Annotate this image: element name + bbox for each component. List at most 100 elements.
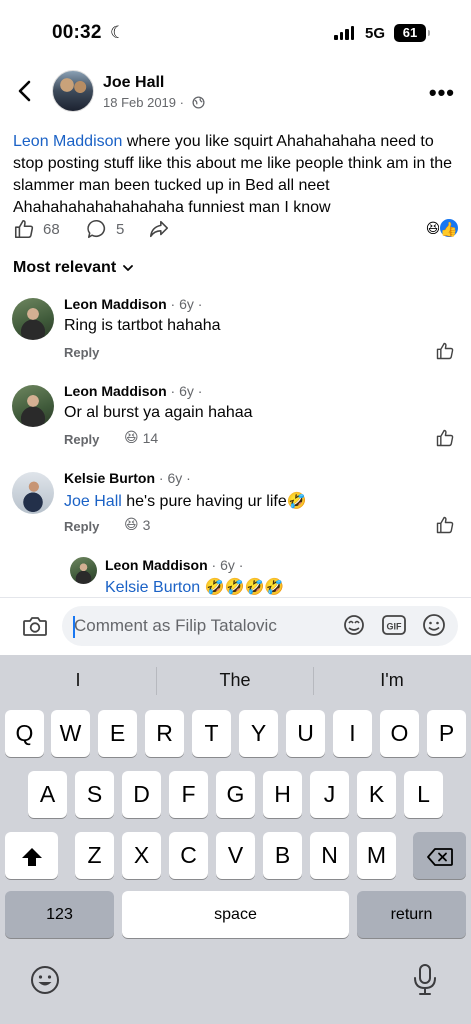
emoji-icon[interactable] (421, 613, 447, 637)
key-t[interactable]: T (192, 710, 231, 757)
gif-icon[interactable]: GIF (381, 613, 407, 637)
globe-icon (192, 96, 205, 109)
reply-button[interactable]: Reply (64, 519, 99, 534)
shift-icon (21, 847, 42, 866)
key-f[interactable]: F (169, 771, 208, 818)
key-p[interactable]: P (427, 710, 466, 757)
key-u[interactable]: U (286, 710, 325, 757)
key-b[interactable]: B (263, 832, 302, 879)
like-count: 68 (43, 220, 60, 238)
reaction-count: 14 (142, 429, 159, 446)
thumbs-up-icon[interactable] (435, 428, 455, 448)
comment-reactions[interactable]: 😆 3 (124, 516, 150, 533)
key-j[interactable]: J (310, 771, 349, 818)
comment-mention-link[interactable]: Kelsie Burton (105, 579, 200, 596)
avatar-sticker-icon[interactable] (341, 613, 367, 637)
key-e[interactable]: E (98, 710, 137, 757)
suggestion-1[interactable]: I (0, 670, 156, 691)
more-dots-icon[interactable]: ••• (429, 80, 455, 106)
reaction-summary[interactable]: 😆 👍 (423, 218, 459, 238)
poster-name[interactable]: Joe Hall (103, 74, 164, 92)
laugh-reaction-icon: 😆 (124, 429, 139, 445)
avatar[interactable] (70, 557, 97, 584)
comment-author[interactable]: Leon Maddison · 6y · (64, 383, 202, 399)
post-header: Joe Hall 18 Feb 2019 · ••• (0, 64, 471, 120)
comment-item: Leon Maddison · 6y · Ring is tartbot hah… (0, 294, 471, 374)
return-key[interactable]: return (357, 891, 466, 938)
network-type: 5G (365, 25, 386, 42)
key-n[interactable]: N (310, 832, 349, 879)
key-z[interactable]: Z (75, 832, 114, 879)
shift-key[interactable] (5, 832, 58, 879)
comment-item: Kelsie Burton · 6y · Joe Hall he's pure … (0, 468, 471, 548)
thumbs-up-icon[interactable] (435, 515, 455, 535)
key-r[interactable]: R (145, 710, 184, 757)
post-mention-link[interactable]: Leon Maddison (13, 133, 122, 150)
comment-author[interactable]: Leon Maddison · 6y · (105, 557, 243, 573)
key-y[interactable]: Y (239, 710, 278, 757)
key-o[interactable]: O (380, 710, 419, 757)
avatar[interactable] (12, 298, 54, 340)
post-date-text: 18 Feb 2019 · (103, 95, 184, 110)
comment-author[interactable]: Kelsie Burton · 6y · (64, 470, 191, 486)
comment-author-name: Leon Maddison (64, 383, 167, 399)
thumbs-up-icon[interactable] (435, 341, 455, 361)
key-q[interactable]: Q (5, 710, 44, 757)
status-bar: 00:32 ☾ 5G 61 (0, 0, 471, 64)
microphone-icon[interactable] (412, 963, 438, 997)
battery-icon: 61 (394, 24, 430, 42)
comment-bubble-icon (87, 219, 106, 239)
like-reaction-icon: 👍 (439, 218, 459, 238)
keyboard: I The I'm Q W E R T Y U I O P A S D F G … (0, 655, 471, 1024)
reply-button[interactable]: Reply (64, 432, 99, 447)
key-m[interactable]: M (357, 832, 396, 879)
sort-dropdown[interactable]: Most relevant (13, 259, 134, 277)
text-cursor (73, 616, 75, 638)
post-body: Leon Maddison where you like squirt Ahah… (13, 131, 453, 219)
key-s[interactable]: S (75, 771, 114, 818)
thumbs-up-icon (14, 219, 34, 239)
avatar[interactable] (12, 472, 54, 514)
key-a[interactable]: A (28, 771, 67, 818)
comment-mention-link[interactable]: Joe Hall (64, 493, 122, 510)
key-d[interactable]: D (122, 771, 161, 818)
key-i[interactable]: I (333, 710, 372, 757)
signal-icon (334, 26, 354, 40)
comment-author-name: Kelsie Burton (64, 470, 156, 486)
camera-icon[interactable] (22, 614, 48, 638)
comment-button[interactable]: 5 (86, 218, 124, 240)
avatar[interactable] (12, 385, 54, 427)
comment-age: · 6y · (166, 296, 203, 312)
key-c[interactable]: C (169, 832, 208, 879)
chevron-left-icon[interactable] (14, 78, 36, 104)
suggestion-2[interactable]: The (157, 670, 313, 691)
sort-label: Most relevant (13, 259, 117, 276)
moon-icon: ☾ (110, 23, 126, 42)
suggestion-3[interactable]: I'm (314, 670, 470, 691)
poster-avatar[interactable] (52, 70, 94, 112)
key-w[interactable]: W (51, 710, 90, 757)
key-v[interactable]: V (216, 832, 255, 879)
numbers-key[interactable]: 123 (5, 891, 114, 938)
comment-composer: GIF (0, 597, 471, 655)
laugh-reaction-icon: 😆 (124, 516, 139, 532)
backspace-icon (426, 848, 453, 866)
rofl-emoji: 🤣 (286, 493, 307, 510)
key-x[interactable]: X (122, 832, 161, 879)
key-k[interactable]: K (357, 771, 396, 818)
key-g[interactable]: G (216, 771, 255, 818)
comment-reactions[interactable]: 😆 14 (124, 429, 158, 446)
suggestion-bar: I The I'm (0, 655, 471, 707)
space-key[interactable]: space (122, 891, 349, 938)
key-h[interactable]: H (263, 771, 302, 818)
reaction-count: 3 (142, 516, 151, 533)
comment-author[interactable]: Leon Maddison · 6y · (64, 296, 202, 312)
reply-button[interactable]: Reply (64, 345, 99, 360)
key-l[interactable]: L (404, 771, 443, 818)
backspace-key[interactable] (413, 832, 466, 879)
comment-age: · 6y · (207, 557, 244, 573)
share-button[interactable] (148, 218, 170, 240)
emoji-icon[interactable] (30, 965, 60, 995)
svg-text:GIF: GIF (387, 622, 403, 632)
like-button[interactable]: 68 (13, 218, 60, 240)
